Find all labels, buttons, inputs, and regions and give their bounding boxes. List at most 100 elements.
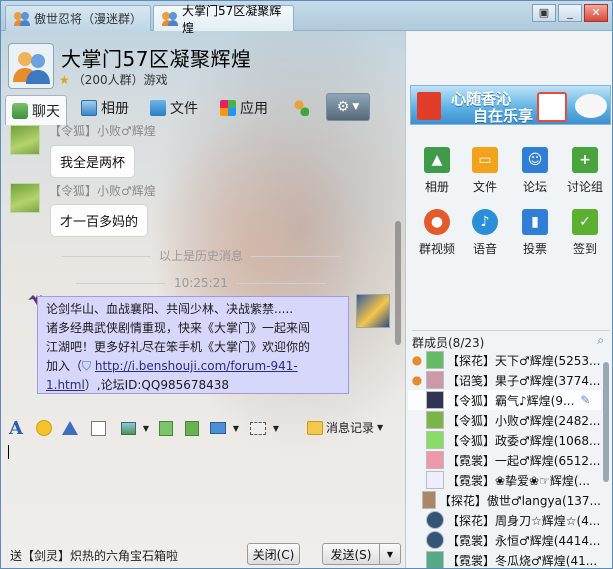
- gear-icon: ⚙: [336, 99, 350, 115]
- avatar: [426, 511, 444, 529]
- chevron-down-icon[interactable]: ▼: [227, 419, 245, 437]
- avatar: [426, 391, 444, 409]
- app-label: 文件: [472, 180, 497, 194]
- list-item[interactable]: 【探花】周身刀☆辉煌☆(4...: [408, 510, 601, 530]
- avatar[interactable]: [356, 294, 390, 328]
- app-forum[interactable]: ☺ 论坛: [510, 147, 560, 195]
- doodle-icon[interactable]: [89, 419, 107, 437]
- avatar[interactable]: [10, 183, 40, 213]
- message-history-button[interactable]: 消息记录 ▼: [307, 419, 383, 436]
- message-input[interactable]: [1, 441, 406, 539]
- screen-share-icon[interactable]: [209, 419, 227, 437]
- text-caret: [8, 445, 9, 459]
- page-title[interactable]: 大掌门57区凝聚辉煌: [61, 43, 251, 72]
- avatar: [426, 411, 444, 429]
- member-list[interactable]: ● 【探花】天下♂辉煌(5253... ● 【诏笺】果子♂辉煌(3774... 【令…: [408, 350, 601, 568]
- ad-banner[interactable]: 心随香沁 自在乐享: [410, 85, 611, 125]
- system-message-line: 论剑华山、血战襄阳、共闯少林、决战紫禁.....: [46, 302, 294, 316]
- invite-member-button[interactable]: [293, 97, 309, 119]
- chat-icon: [12, 102, 28, 119]
- video-icon: ●: [424, 209, 450, 235]
- chevron-down-icon[interactable]: ▼: [137, 419, 155, 437]
- app-label: 相册: [424, 180, 449, 194]
- image-icon[interactable]: [119, 419, 137, 437]
- list-item[interactable]: 【霓裳】❀挚爱❀☞辉煌(...: [408, 470, 601, 490]
- avatar: [426, 531, 444, 549]
- app-vote[interactable]: ▮ 投票: [510, 209, 560, 257]
- send-button[interactable]: 发送(S): [322, 543, 380, 565]
- group-avatar[interactable]: [8, 43, 54, 89]
- list-item[interactable]: ● 【探花】天下♂辉煌(5253...: [408, 350, 601, 370]
- list-item[interactable]: ● 【诏笺】果子♂辉煌(3774...: [408, 370, 601, 390]
- close-window-button[interactable]: ✕: [584, 4, 608, 22]
- scrollbar-thumb[interactable]: [603, 362, 609, 482]
- close-button[interactable]: 关闭(C): [247, 543, 300, 565]
- font-icon[interactable]: A: [7, 418, 25, 439]
- app-discussion[interactable]: + 讨论组: [560, 147, 610, 195]
- member-scrollbar[interactable]: [601, 350, 611, 568]
- group-avatar-icon: [13, 52, 50, 84]
- edit-icon[interactable]: ✎: [580, 393, 590, 407]
- app-label: 讨论组: [566, 180, 603, 194]
- status-text[interactable]: 送【剑灵】炽热的六角宝石箱啦: [10, 547, 178, 564]
- list-item[interactable]: 【霓裳】冬瓜烧♂辉煌(41...: [408, 550, 601, 568]
- tab-album[interactable]: 相册: [81, 97, 129, 119]
- list-item[interactable]: 【令狐】小败♂辉煌(2482...: [408, 410, 601, 430]
- folder-icon: [150, 100, 166, 116]
- shield-icon: ⛉: [82, 359, 92, 373]
- history-icon: [307, 420, 323, 435]
- search-icon[interactable]: ⌕: [597, 333, 604, 348]
- avatar: [426, 551, 444, 568]
- app-files[interactable]: ▭ 文件: [460, 147, 510, 195]
- tab-chat-dazhangmen[interactable]: 大掌门57区凝聚辉煌: [153, 4, 294, 35]
- send-options-button[interactable]: ▼: [379, 543, 401, 565]
- tab-album-label: 相册: [101, 101, 129, 117]
- message-area[interactable]: 【令狐】小败♂辉煌 我全是两杯 【令狐】小败♂辉煌 才一百多妈的 以上是历史消息…: [1, 125, 406, 413]
- chevron-down-icon: ▼: [386, 549, 394, 559]
- forum-link[interactable]: http://i.benshouji.com/forum-941-: [95, 359, 298, 373]
- brand-logo: [575, 94, 607, 118]
- discussion-icon: +: [572, 147, 598, 173]
- avatar: [426, 351, 444, 369]
- app-label: 语音: [472, 242, 497, 256]
- tab-chat-manga-group[interactable]: 傲世忍将（漫迷群）: [5, 5, 151, 31]
- avatar: [426, 371, 444, 389]
- history-divider: 以上是历史消息: [1, 247, 401, 264]
- tab-files-label: 文件: [170, 101, 198, 117]
- message-time: 10:25:21: [1, 276, 401, 290]
- list-item[interactable]: 【令狐】霸气♪辉煌(9... ✎: [408, 390, 601, 410]
- system-message-line: 1.html）,论坛ID:QQ985678438: [46, 378, 230, 392]
- message-bubble: 我全是两杯: [50, 145, 136, 178]
- list-item[interactable]: 【令狐】政委♂辉煌(1068...: [408, 430, 601, 450]
- tab-chat[interactable]: 聊天: [5, 95, 67, 125]
- list-item[interactable]: 【霓裳】永恒♂辉煌(4414...: [408, 530, 601, 550]
- forum-icon: ☺: [522, 147, 548, 173]
- app-album[interactable]: ▲ 相册: [412, 147, 462, 195]
- system-message-line: 江湖吧！更多好礼尽在笨手机《大掌门》欢迎你的: [46, 340, 311, 354]
- tab-files[interactable]: 文件: [150, 97, 198, 119]
- list-item[interactable]: 【探花】傲世♂langya(137...: [408, 490, 601, 510]
- list-item[interactable]: 【霓裳】一起♂辉煌(6512...: [408, 450, 601, 470]
- window-menu-button[interactable]: ▣: [532, 4, 556, 22]
- forum-link-continued[interactable]: 1.html: [46, 378, 85, 392]
- settings-button[interactable]: ⚙ ▼: [326, 93, 370, 121]
- magic-icon[interactable]: [61, 419, 79, 437]
- chevron-down-icon[interactable]: ▼: [267, 419, 285, 437]
- scrollbar-thumb[interactable]: [395, 221, 401, 345]
- app-checkin[interactable]: ✓ 签到: [560, 209, 610, 257]
- minimize-button[interactable]: _: [558, 4, 582, 22]
- message-scrollbar[interactable]: [394, 125, 402, 411]
- avatar[interactable]: [10, 125, 40, 155]
- chevron-down-icon: ▼: [377, 423, 384, 432]
- message-history-label: 消息记录: [326, 421, 375, 435]
- app-voice[interactable]: ♪ 语音: [460, 209, 510, 257]
- screenshot-icon[interactable]: [249, 419, 267, 437]
- folder-icon: ▭: [472, 147, 498, 173]
- app-label: 论坛: [522, 180, 547, 194]
- emoji-icon[interactable]: [35, 419, 53, 437]
- tab-apps[interactable]: 应用: [220, 97, 268, 119]
- app-group-video[interactable]: ● 群视频: [412, 209, 462, 257]
- checkin-icon: ✓: [572, 209, 598, 235]
- note-icon[interactable]: [157, 419, 175, 437]
- gift-icon[interactable]: [183, 419, 201, 437]
